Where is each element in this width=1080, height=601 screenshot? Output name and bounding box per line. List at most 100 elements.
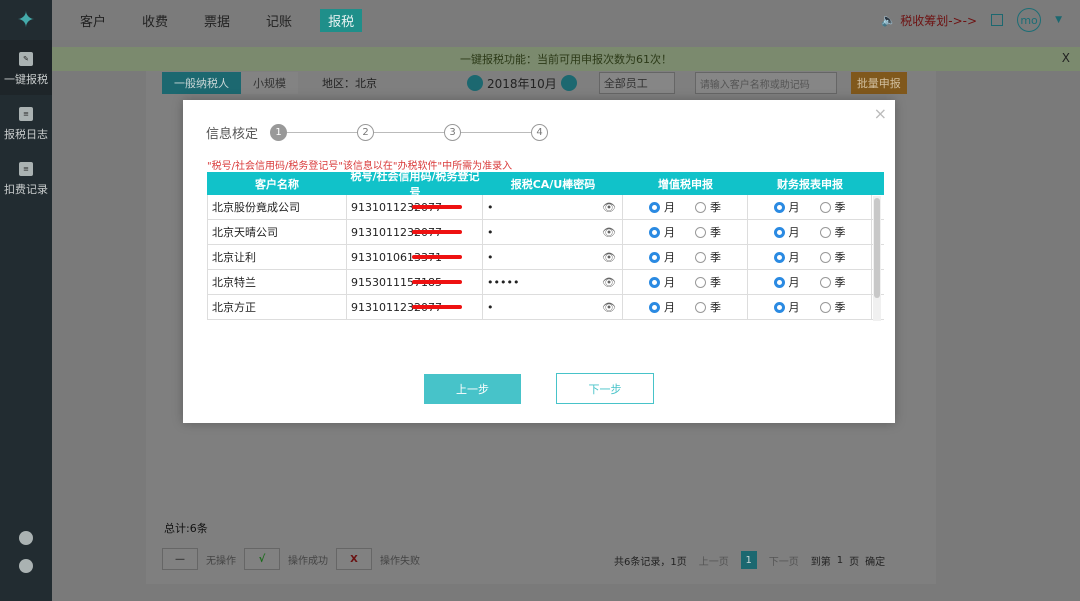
radio-icon xyxy=(819,301,831,313)
download-icon[interactable] xyxy=(991,14,1004,26)
page-number[interactable]: 1 xyxy=(740,551,757,569)
period-radio[interactable]: 季 xyxy=(819,224,846,240)
period-radio[interactable]: 月 xyxy=(773,274,800,290)
tax-id-field[interactable]: 9131011232077 xyxy=(347,194,483,220)
status-legend: — 无操作 √ 操作成功 X 操作失败 xyxy=(162,548,420,570)
tax-id-field[interactable]: 9131011232077 xyxy=(347,294,483,320)
period-radio[interactable]: 月 xyxy=(773,299,800,315)
password-field[interactable]: • 👁 xyxy=(483,244,623,270)
period-radio[interactable]: 季 xyxy=(695,224,721,240)
sidebar-item-tax-log[interactable]: ≡ 报税日志 xyxy=(0,95,52,150)
vat-period: 月季 xyxy=(623,194,748,220)
avatar[interactable]: mo xyxy=(1017,8,1042,32)
radio-icon xyxy=(773,251,785,263)
header-name: 客户名称 xyxy=(255,177,299,191)
chevron-down-icon[interactable]: ▼ xyxy=(1055,15,1062,25)
close-icon[interactable]: × xyxy=(874,104,887,123)
goto-input[interactable]: 1 xyxy=(837,555,843,566)
prev-month-icon[interactable] xyxy=(467,75,483,91)
period-radio[interactable]: 季 xyxy=(695,249,721,265)
radio-label: 月 xyxy=(664,301,675,314)
step-1: 1 xyxy=(270,123,288,141)
period-radio[interactable]: 月 xyxy=(773,224,800,240)
tax-plan-link[interactable]: 🔈 税收筹划->-> xyxy=(881,12,977,29)
password-value: ••••• xyxy=(487,275,520,289)
tax-id-field[interactable]: 9131010613371 xyxy=(347,244,483,270)
prev-step-button[interactable]: 上一步 xyxy=(424,374,521,404)
radio-icon xyxy=(695,276,706,288)
confirm-button[interactable]: 确定 xyxy=(865,553,885,568)
total-count: 总计:6条 xyxy=(164,522,208,535)
radio-icon xyxy=(819,226,831,238)
next-page-button[interactable]: 下一页 xyxy=(763,551,805,569)
period-radio[interactable]: 月 xyxy=(649,249,675,265)
password-value: • xyxy=(487,200,494,214)
notice-text: 一键报税功能：当前可用申报次数为61次！ xyxy=(460,53,672,66)
vat-period: 月季 xyxy=(623,294,748,320)
prev-page-button[interactable]: 上一页 xyxy=(693,551,735,569)
radio-label: 月 xyxy=(664,201,675,214)
tab-general-taxpayer[interactable]: 一般纳税人 xyxy=(162,72,241,94)
radio-label: 月 xyxy=(664,226,675,239)
eye-icon[interactable]: 👁 xyxy=(602,301,616,314)
period-radio[interactable]: 月 xyxy=(773,199,800,215)
password-value: • xyxy=(487,250,494,264)
close-icon[interactable]: X xyxy=(1062,51,1070,65)
radio-label: 季 xyxy=(834,226,846,239)
batch-declare-button[interactable]: 批量申报 xyxy=(850,72,907,94)
period-radio[interactable]: 季 xyxy=(819,299,846,315)
period-radio[interactable]: 季 xyxy=(819,274,846,290)
next-step-button[interactable]: 下一步 xyxy=(556,373,654,404)
radio-label: 月 xyxy=(788,201,800,214)
nav-bookkeeping[interactable]: 记账 xyxy=(258,9,300,32)
period-radio[interactable]: 季 xyxy=(819,249,846,265)
log-icon: ≡ xyxy=(19,107,33,121)
sidebar-item-label: 一键报税 xyxy=(4,73,48,86)
radio-icon xyxy=(649,201,660,213)
sidebar-item-fee-record[interactable]: ≡ 扣费记录 xyxy=(0,150,52,205)
redaction-mark xyxy=(411,280,462,284)
radio-label: 季 xyxy=(834,276,846,289)
period-radio[interactable]: 月 xyxy=(649,274,675,290)
scrollbar[interactable] xyxy=(873,196,881,321)
nav-customers[interactable]: 客户 xyxy=(72,9,114,32)
warning-text: "税号/社会信用码/税务登记号"该信息以在"办税软件"中所需为准录入 xyxy=(207,161,513,172)
password-field[interactable]: ••••• 👁 xyxy=(483,269,623,295)
support-icon[interactable] xyxy=(19,559,33,573)
tax-id-field[interactable]: 9153011157185 xyxy=(347,269,483,295)
cross-icon: X xyxy=(336,548,372,570)
nav-invoices[interactable]: 票据 xyxy=(196,9,238,32)
radio-label: 季 xyxy=(834,201,846,214)
nav-charges[interactable]: 收费 xyxy=(134,9,176,32)
customer-name: 北京天晴公司 xyxy=(207,219,347,245)
phone-icon[interactable] xyxy=(19,531,33,545)
eye-icon[interactable]: 👁 xyxy=(602,276,616,289)
eye-icon[interactable]: 👁 xyxy=(602,201,616,214)
period-radio[interactable]: 月 xyxy=(649,224,675,240)
radio-label: 季 xyxy=(710,226,721,239)
sidebar-item-one-click-tax[interactable]: ✎ 一键报税 xyxy=(0,40,52,95)
password-field[interactable]: • 👁 xyxy=(483,294,623,320)
radio-icon xyxy=(695,251,706,263)
radio-icon xyxy=(695,201,706,213)
eye-icon[interactable]: 👁 xyxy=(602,251,616,264)
period-radio[interactable]: 月 xyxy=(649,299,675,315)
page-unit: 页 xyxy=(849,556,860,568)
password-field[interactable]: • 👁 xyxy=(483,219,623,245)
nav-tax[interactable]: 报税 xyxy=(320,8,363,32)
eye-icon[interactable]: 👁 xyxy=(602,226,616,239)
password-field[interactable]: • 👁 xyxy=(483,194,623,220)
period-radio[interactable]: 季 xyxy=(819,199,846,215)
period-radio[interactable]: 季 xyxy=(695,299,721,315)
period-radio[interactable]: 季 xyxy=(695,199,721,215)
period-radio[interactable]: 月 xyxy=(649,199,675,215)
period-radio[interactable]: 月 xyxy=(773,249,800,265)
next-month-icon[interactable] xyxy=(560,75,577,91)
tab-small-scale[interactable]: 小规模 xyxy=(241,72,298,94)
staff-select[interactable]: 全部员工 xyxy=(598,72,675,94)
tax-id-field[interactable]: 9131011232077 xyxy=(347,219,483,245)
radio-icon xyxy=(773,276,785,288)
report-period: 月季 xyxy=(748,219,872,245)
period-radio[interactable]: 季 xyxy=(695,274,721,290)
search-input[interactable]: 请输入客户名称或助记码 xyxy=(694,72,837,94)
